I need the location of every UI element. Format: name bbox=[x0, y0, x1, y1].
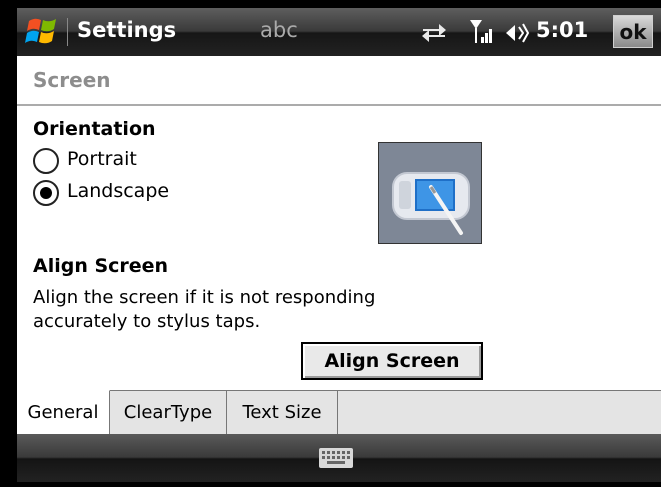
portrait-label[interactable]: Portrait bbox=[67, 148, 137, 170]
clock[interactable]: 5:01 bbox=[536, 18, 588, 42]
title-separator bbox=[67, 18, 68, 46]
tab-general[interactable]: General bbox=[17, 390, 110, 434]
tab-text-size[interactable]: Text Size bbox=[227, 391, 338, 434]
input-mode-indicator[interactable]: abc bbox=[260, 18, 298, 42]
landscape-label[interactable]: Landscape bbox=[67, 180, 169, 202]
tab-cleartype[interactable]: ClearType bbox=[110, 391, 227, 434]
align-screen-description: Align the screen if it is not responding… bbox=[33, 287, 376, 332]
signal-icon[interactable] bbox=[469, 17, 495, 47]
radio-selected-dot bbox=[40, 187, 52, 199]
page-title: Screen bbox=[33, 68, 111, 92]
tab-bar: General ClearType Text Size bbox=[17, 390, 661, 434]
portrait-radio[interactable] bbox=[33, 148, 59, 174]
orientation-heading: Orientation bbox=[33, 118, 156, 140]
soft-key-bar bbox=[17, 434, 661, 482]
volume-icon[interactable] bbox=[504, 21, 532, 45]
landscape-radio[interactable] bbox=[33, 180, 59, 206]
device-frame: Settings abc 5:01 ok Screen Orientation … bbox=[0, 0, 661, 487]
ok-button[interactable]: ok bbox=[613, 15, 653, 48]
windows-start-icon[interactable] bbox=[23, 14, 63, 50]
align-screen-button[interactable]: Align Screen bbox=[301, 342, 483, 380]
pocket-pc-screen: Settings abc 5:01 ok Screen Orientation … bbox=[17, 8, 661, 482]
sync-icon[interactable] bbox=[419, 20, 449, 44]
align-screen-heading: Align Screen bbox=[33, 255, 169, 277]
page-header: Screen bbox=[17, 56, 661, 106]
keyboard-icon[interactable] bbox=[319, 448, 353, 468]
title-bar: Settings abc 5:01 ok bbox=[17, 8, 661, 56]
device-stylus-illustration bbox=[378, 142, 482, 244]
window-title: Settings bbox=[77, 18, 177, 42]
